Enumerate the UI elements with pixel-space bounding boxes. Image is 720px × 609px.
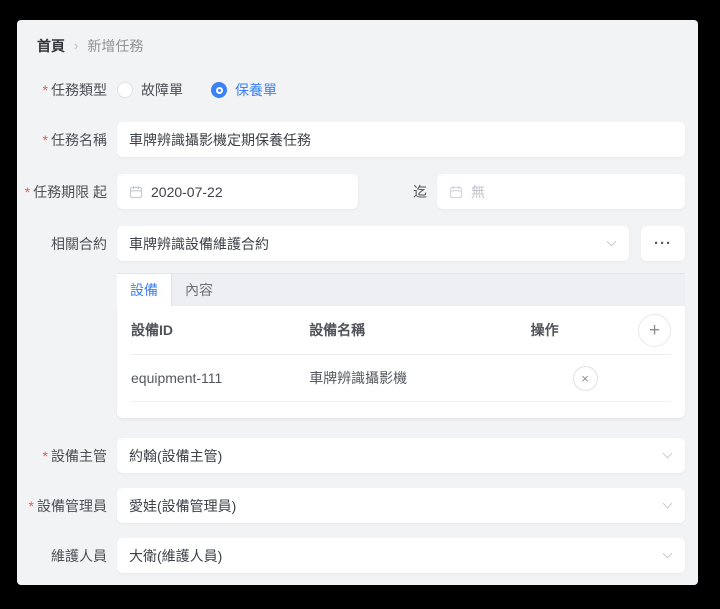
- calendar-icon: [449, 185, 463, 199]
- task-name-value: 車牌辨識攝影機定期保養任務: [129, 131, 311, 148]
- end-date-placeholder: 無: [471, 183, 485, 200]
- equipment-tab-panel: 設備ID 設備名稱 操作 equipment-111 車牌辨識攝影機 × +: [117, 306, 685, 418]
- equipment-supervisor-label: * 設備主管: [42, 447, 107, 464]
- calendar-icon: [129, 185, 143, 199]
- related-contract-value: 車牌辨識設備維護合約: [129, 235, 269, 252]
- equipment-admin-label: * 設備管理員: [28, 497, 107, 514]
- deadline-end-label: 迄: [413, 183, 427, 200]
- required-marker: *: [24, 183, 31, 200]
- column-header-equipment-name: 設備名稱: [309, 322, 366, 338]
- equipment-admin-row: * 設備管理員 愛娃(設備管理員): [17, 488, 685, 523]
- start-date-value: 2020-07-22: [151, 183, 223, 200]
- related-contract-label: 相關合約: [51, 235, 107, 252]
- chevron-down-icon: [606, 236, 617, 247]
- required-marker: *: [28, 497, 34, 514]
- maintenance-staff-row: 維護人員 大衛(維護人員): [17, 538, 685, 573]
- maintenance-staff-select[interactable]: 大衛(維護人員): [117, 538, 685, 573]
- breadcrumb-home-link[interactable]: 首頁: [37, 36, 65, 56]
- related-contract-select[interactable]: 車牌辨識設備維護合約: [117, 226, 629, 261]
- radio-option-label: 保養單: [235, 82, 277, 98]
- tab-equipment[interactable]: 設備: [117, 274, 172, 306]
- radio-option-fault-order[interactable]: 故障單: [117, 80, 183, 100]
- equipment-supervisor-row: * 設備主管 約翰(設備主管): [17, 438, 685, 473]
- breadcrumb: 首頁 › 新增任務: [17, 20, 698, 56]
- equipment-admin-value: 愛娃(設備管理員): [129, 497, 237, 514]
- column-header-equipment-id: 設備ID: [131, 322, 173, 338]
- related-contract-row: 相關合約 車牌辨識設備維護合約 ···: [17, 226, 685, 261]
- task-name-row: * 任務名稱 車牌辨識攝影機定期保養任務: [17, 122, 685, 157]
- end-date-picker[interactable]: 無: [437, 174, 685, 209]
- add-equipment-button[interactable]: +: [638, 314, 671, 347]
- required-marker: *: [42, 447, 48, 464]
- task-name-input[interactable]: 車牌辨識攝影機定期保養任務: [117, 122, 685, 157]
- required-marker: *: [42, 82, 48, 98]
- task-deadline-label: * 任務期限 起: [24, 183, 107, 200]
- chevron-down-icon: [662, 548, 673, 559]
- equipment-tab-card: 設備 內容 設備ID 設備名稱 操作 equipment-111 車牌辨識攝影機…: [117, 273, 685, 418]
- radio-unchecked-icon: [117, 82, 133, 98]
- chevron-down-icon: [662, 448, 673, 459]
- remove-equipment-button[interactable]: ×: [572, 365, 598, 391]
- task-name-label: * 任務名稱: [42, 131, 107, 148]
- radio-option-maintenance-order[interactable]: 保養單: [211, 80, 277, 100]
- tab-content[interactable]: 內容: [172, 274, 226, 306]
- radio-option-label: 故障單: [141, 82, 183, 98]
- equipment-supervisor-value: 約翰(設備主管): [129, 447, 223, 464]
- table-row: equipment-111 車牌辨識攝影機 ×: [131, 355, 671, 402]
- tab-bar: 設備 內容: [117, 273, 685, 306]
- equipment-id-cell: equipment-111: [131, 370, 223, 386]
- task-type-row: * 任務類型 故障單 保養單: [17, 80, 685, 100]
- plus-icon: +: [648, 319, 661, 341]
- radio-checked-icon: [211, 82, 227, 98]
- chevron-down-icon: [662, 498, 673, 509]
- breadcrumb-current: 新增任務: [87, 38, 144, 54]
- equipment-admin-select[interactable]: 愛娃(設備管理員): [117, 488, 685, 523]
- required-marker: *: [42, 131, 48, 148]
- equipment-table-header: 設備ID 設備名稱 操作: [131, 306, 671, 355]
- task-type-label: * 任務類型: [42, 82, 107, 98]
- new-task-form: * 任務類型 故障單 保養單 * 任務名稱 車牌辨識攝影機定期保養任務 * 任務…: [17, 80, 698, 573]
- close-icon: ×: [581, 370, 589, 386]
- contract-more-button[interactable]: ···: [641, 226, 685, 261]
- maintenance-staff-value: 大衛(維護人員): [129, 547, 223, 564]
- start-date-picker[interactable]: 2020-07-22: [117, 174, 358, 209]
- task-deadline-row: * 任務期限 起 2020-07-22 迄 無: [17, 174, 685, 209]
- equipment-table: 設備ID 設備名稱 操作 equipment-111 車牌辨識攝影機 ×: [131, 306, 671, 402]
- equipment-name-cell: 車牌辨識攝影機: [309, 370, 408, 386]
- equipment-section-row: 設備 內容 設備ID 設備名稱 操作 equipment-111 車牌辨識攝影機…: [17, 273, 685, 418]
- equipment-supervisor-select[interactable]: 約翰(設備主管): [117, 438, 685, 473]
- task-type-radio-group: 故障單 保養單: [117, 80, 685, 100]
- new-task-page: 首頁 › 新增任務 * 任務類型 故障單 保養單 * 任務名稱 車牌辨識攝影機定…: [17, 20, 698, 585]
- breadcrumb-separator-icon: ›: [74, 38, 79, 53]
- maintenance-staff-label: 維護人員: [51, 547, 107, 564]
